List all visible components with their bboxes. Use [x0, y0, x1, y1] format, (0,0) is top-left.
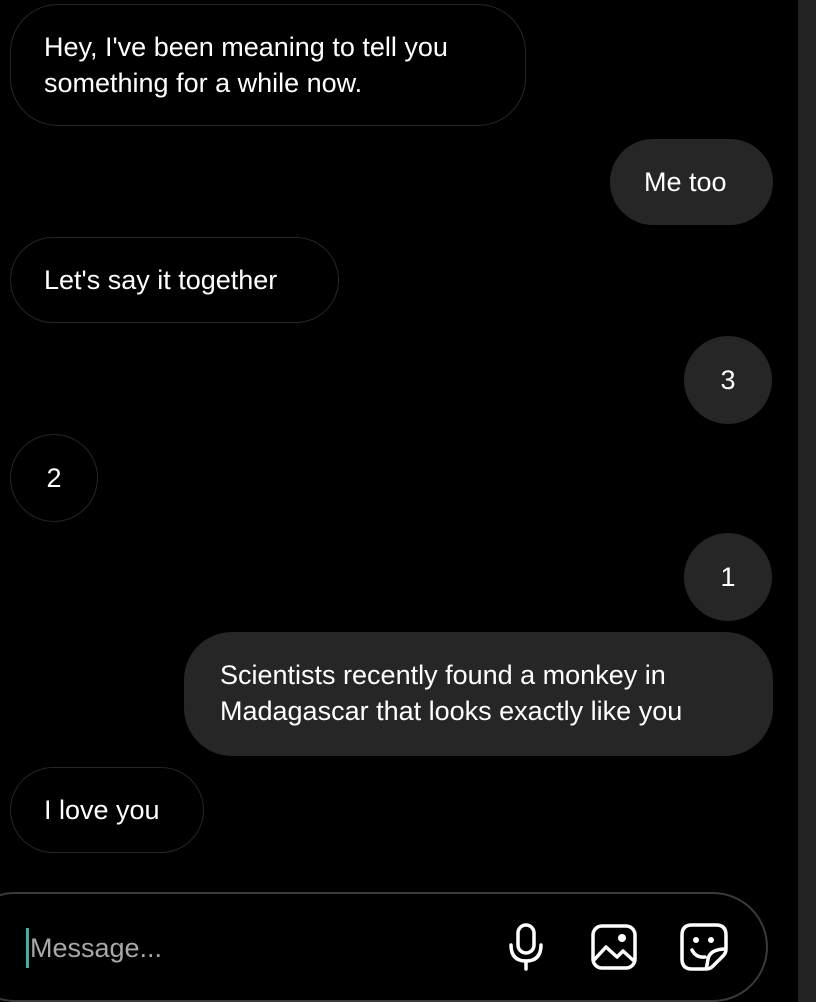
message-text-line: 1 [720, 562, 736, 592]
outgoing-message-bubble[interactable]: 3 [684, 336, 772, 424]
message-text-line: 3 [720, 365, 736, 395]
incoming-message-bubble[interactable]: Hey, I've been meaning to tell you somet… [10, 4, 526, 126]
photo-icon [591, 924, 637, 970]
photo-gallery-button[interactable] [586, 918, 642, 976]
message-text-line: I love you [44, 795, 160, 825]
outgoing-message-bubble[interactable]: 1 [684, 533, 772, 621]
message-text-line: Scientists recently found a monkey in [220, 660, 666, 690]
sticker-icon [680, 923, 728, 971]
message-text-line: Me too [644, 167, 727, 197]
outgoing-message-bubble[interactable]: Scientists recently found a monkey in Ma… [184, 632, 773, 756]
message-text-line: 2 [46, 463, 62, 493]
incoming-message-bubble[interactable]: Let's say it together [10, 237, 339, 323]
message-thread[interactable]: Hey, I've been meaning to tell you somet… [0, 0, 798, 880]
message-text-line: something for a while now. [44, 68, 363, 98]
microphone-icon [509, 923, 543, 971]
message-input[interactable] [30, 922, 480, 974]
text-cursor [26, 928, 29, 968]
outgoing-message-bubble[interactable]: Me too [610, 139, 773, 225]
message-text-line: Let's say it together [44, 265, 278, 295]
message-text-line: Madagascar that looks exactly like you [220, 696, 683, 726]
side-panel-edge [798, 0, 816, 1002]
message-text-line: Hey, I've been meaning to tell you [44, 32, 448, 62]
voice-message-button[interactable] [498, 918, 554, 976]
incoming-message-bubble[interactable]: I love you [10, 767, 204, 853]
incoming-message-bubble[interactable]: 2 [10, 434, 98, 522]
sticker-button[interactable] [676, 918, 732, 976]
